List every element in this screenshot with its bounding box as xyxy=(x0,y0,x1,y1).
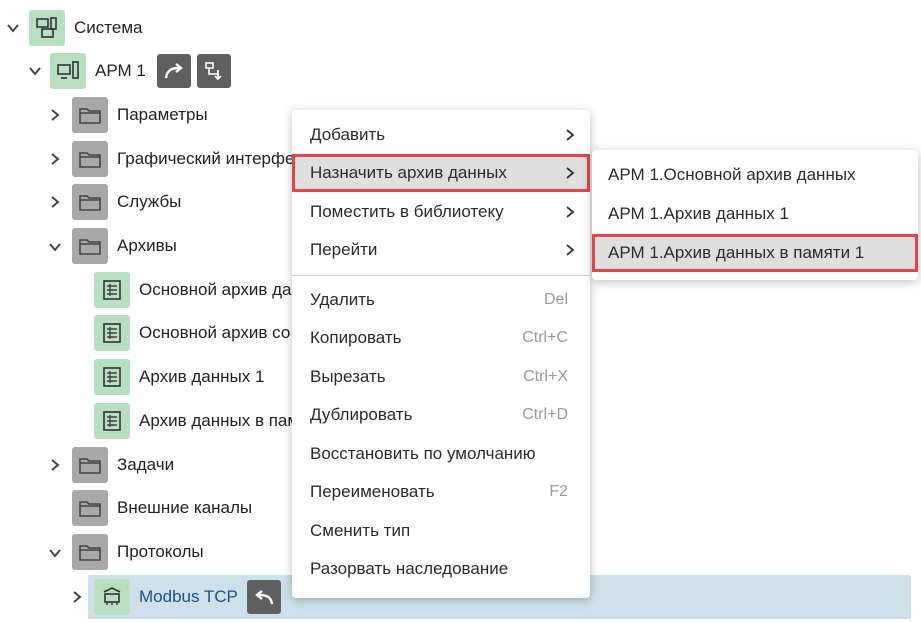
tree-node-modbus-tcp[interactable]: Modbus TCP xyxy=(94,579,281,615)
chevron-right-icon[interactable] xyxy=(48,458,62,472)
tree-node-parameters[interactable]: Параметры xyxy=(72,97,208,133)
tree-node-protocols[interactable]: Протоколы xyxy=(72,534,204,570)
menu-separator xyxy=(292,275,590,276)
folder-icon xyxy=(72,447,108,483)
assign-archive-submenu: АРМ 1.Основной архив данных АРМ 1.Архив … xyxy=(592,150,918,280)
menu-item-rename[interactable]: Переименовать F2 xyxy=(292,473,590,511)
tree-node-archives[interactable]: Архивы xyxy=(72,228,177,264)
menu-item-library[interactable]: Поместить в библиотеку xyxy=(292,193,590,231)
submenu-item-label: АРМ 1.Архив данных 1 xyxy=(608,204,789,223)
tree-node-graphic-interface[interactable]: Графический интерфе xyxy=(72,141,294,177)
tree-node-label: Службы xyxy=(117,192,182,211)
chevron-down-icon[interactable] xyxy=(48,546,62,560)
menu-item-label: Добавить xyxy=(310,125,386,144)
menu-item-label: Дублировать xyxy=(310,405,413,424)
submenu-item-memory-archive[interactable]: АРМ 1.Архив данных в памяти 1 xyxy=(592,234,918,272)
menu-item-shortcut: Del xyxy=(543,291,568,308)
chevron-down-icon[interactable] xyxy=(6,21,20,35)
chevron-right-icon xyxy=(566,206,575,218)
menu-item-copy[interactable]: Копировать Ctrl+C xyxy=(292,319,590,357)
redirect-arrow-icon xyxy=(164,63,183,79)
menu-item-label: Назначить архив данных xyxy=(310,163,507,182)
protocol-icon xyxy=(94,579,130,615)
tree-node-label: Внешние каналы xyxy=(117,498,253,517)
archive-icon xyxy=(94,359,130,395)
submenu-item-archive-1[interactable]: АРМ 1.Архив данных 1 xyxy=(592,195,918,233)
menu-item-assign-archive[interactable]: Назначить архив данных xyxy=(292,154,590,192)
folder-icon xyxy=(72,184,108,220)
tree-node-services[interactable]: Службы xyxy=(72,184,181,220)
assign-down-icon xyxy=(205,62,222,81)
tree-node-label: Архив данных 1 xyxy=(139,367,265,386)
menu-item-label: Сменить тип xyxy=(310,521,411,540)
menu-item-shortcut: Ctrl+D xyxy=(522,406,568,423)
menu-item-label: Поместить в библиотеку xyxy=(310,202,504,221)
folder-icon xyxy=(72,97,108,133)
menu-item-cut[interactable]: Вырезать Ctrl+X xyxy=(292,358,590,396)
chevron-right-icon[interactable] xyxy=(48,152,62,166)
tree-node-label: Основной архив да xyxy=(139,280,292,299)
return-arrow-icon xyxy=(254,590,274,605)
tree-node-label: Система xyxy=(74,18,143,37)
menu-item-label: Перейти xyxy=(310,240,378,259)
folder-icon xyxy=(72,490,108,526)
folder-icon xyxy=(72,534,108,570)
tree-node-archive-events[interactable]: Основной архив со xyxy=(94,315,290,351)
tree-node-label: Графический интерфе xyxy=(117,149,295,168)
tree-node-label: Параметры xyxy=(117,105,208,124)
chevron-right-icon xyxy=(566,167,575,179)
submenu-item-main-archive[interactable]: АРМ 1.Основной архив данных xyxy=(592,156,918,194)
submenu-item-label: АРМ 1.Основной архив данных xyxy=(608,165,856,184)
menu-item-add[interactable]: Добавить xyxy=(292,116,590,154)
tree-node-archive-memory[interactable]: Архив данных в пам xyxy=(94,403,299,439)
menu-item-label: Удалить xyxy=(310,290,375,309)
tree-node-archive-main[interactable]: Основной архив да xyxy=(94,272,292,308)
tree-node-label: Протоколы xyxy=(117,542,204,561)
folder-icon xyxy=(72,228,108,264)
chevron-down-icon[interactable] xyxy=(28,64,42,78)
chevron-right-icon[interactable] xyxy=(70,590,84,604)
assign-button[interactable] xyxy=(196,54,231,88)
menu-item-restore-default[interactable]: Восстановить по умолчанию xyxy=(292,435,590,473)
tree-node-label: Основной архив со xyxy=(139,323,291,342)
archive-icon xyxy=(94,315,130,351)
return-button[interactable] xyxy=(246,580,281,614)
menu-item-shortcut: Ctrl+C xyxy=(522,329,568,346)
folder-icon xyxy=(72,141,108,177)
menu-item-shortcut: Ctrl+X xyxy=(523,368,568,385)
tree-node-label: АРМ 1 xyxy=(95,61,146,80)
tree-node-system[interactable]: Система xyxy=(29,10,142,46)
menu-item-label: Переименовать xyxy=(310,482,435,501)
system-icon xyxy=(29,10,65,46)
menu-item-change-type[interactable]: Сменить тип xyxy=(292,512,590,550)
archive-icon xyxy=(94,272,130,308)
menu-item-delete[interactable]: Удалить Del xyxy=(292,281,590,319)
chevron-right-icon xyxy=(566,129,575,141)
menu-item-goto[interactable]: Перейти xyxy=(292,231,590,269)
chevron-right-icon[interactable] xyxy=(48,108,62,122)
tree-node-label: Modbus TCP xyxy=(139,587,238,606)
menu-item-duplicate[interactable]: Дублировать Ctrl+D xyxy=(292,396,590,434)
tree-node-arm[interactable]: АРМ 1 xyxy=(50,53,231,89)
menu-item-shortcut: F2 xyxy=(549,483,568,500)
tree-node-label: Архив данных в пам xyxy=(139,411,300,430)
menu-item-label: Вырезать xyxy=(310,367,386,386)
menu-item-break-inheritance[interactable]: Разорвать наследование xyxy=(292,550,590,588)
tree-node-label: Задачи xyxy=(117,455,175,474)
redirect-button[interactable] xyxy=(156,54,191,88)
menu-item-label: Восстановить по умолчанию xyxy=(310,444,536,463)
chevron-right-icon xyxy=(566,244,575,256)
menu-item-label: Разорвать наследование xyxy=(310,559,509,578)
menu-item-label: Копировать xyxy=(310,328,402,347)
tree-node-label: Архивы xyxy=(117,236,177,255)
chevron-right-icon[interactable] xyxy=(48,195,62,209)
tree-node-tasks[interactable]: Задачи xyxy=(72,447,174,483)
chevron-down-icon[interactable] xyxy=(48,240,62,254)
context-menu: Добавить Назначить архив данных Поместит… xyxy=(292,110,590,598)
tree-node-external-channels[interactable]: Внешние каналы xyxy=(72,490,252,526)
submenu-item-label: АРМ 1.Архив данных в памяти 1 xyxy=(608,243,865,262)
archive-icon xyxy=(94,403,130,439)
workstation-icon xyxy=(50,53,86,89)
tree-node-archive-data-1[interactable]: Архив данных 1 xyxy=(94,359,264,395)
